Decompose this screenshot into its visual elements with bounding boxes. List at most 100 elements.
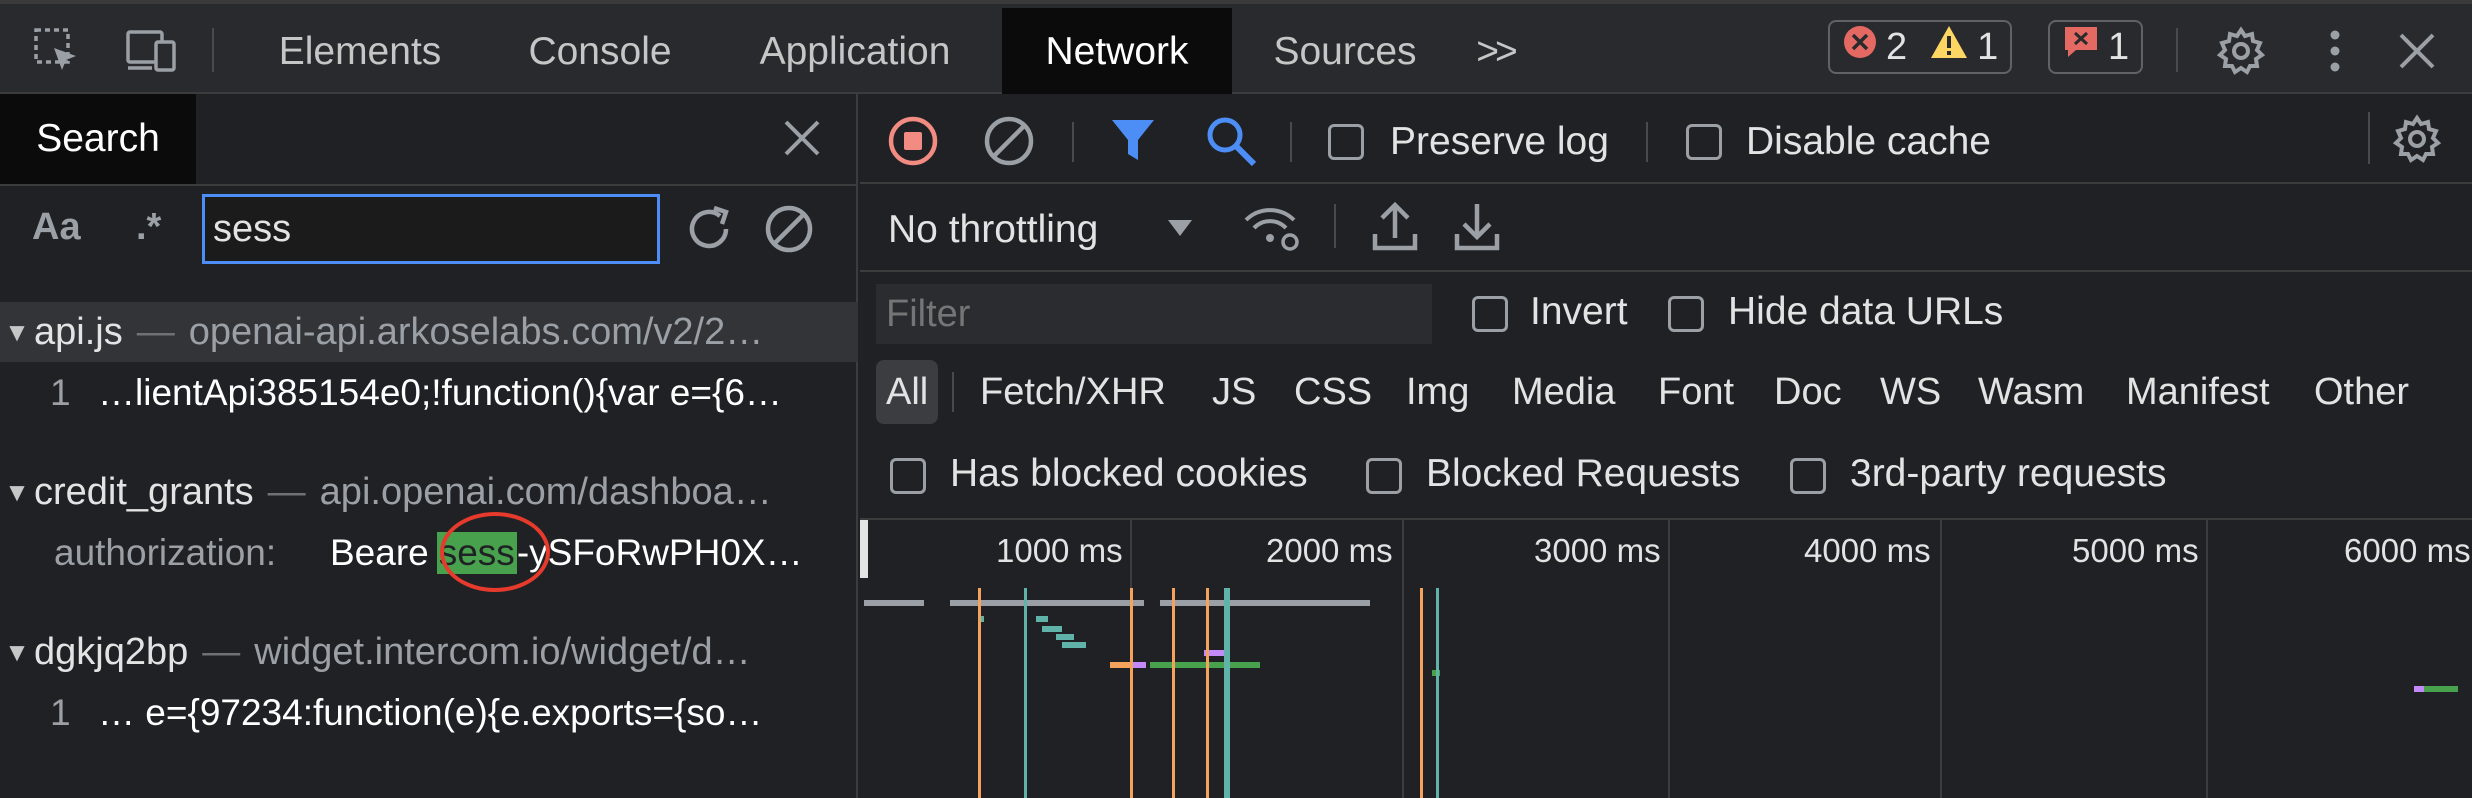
result-match-line[interactable]: 1 …lientApi385154e0;!function(){var e={6… [0,364,858,422]
timeline-tick-label: 3000 ms [1534,532,1661,569]
filter-type-wasm[interactable]: Wasm [1978,360,2084,424]
import-har-icon[interactable] [1372,200,1418,257]
timeline-handle[interactable] [860,520,868,578]
load-event-marker [1224,588,1230,798]
request-bar [1056,634,1074,640]
filter-type-ws[interactable]: WS [1880,360,1941,424]
load-event-marker [1436,588,1439,798]
result-match-line[interactable]: 1 … e={97234:function(e){e.exports={so… [0,684,858,742]
refresh-icon[interactable] [682,202,736,261]
filter-input[interactable] [876,284,1432,344]
clear-log-icon[interactable] [982,114,1036,173]
filter-type-js[interactable]: JS [1212,360,1256,424]
network-conditions-icon[interactable] [1242,200,1302,259]
tab-sources[interactable]: Sources [1250,8,1440,96]
filter-type-css[interactable]: CSS [1294,360,1372,424]
request-bar [2414,686,2424,692]
annotation-circle [440,512,550,592]
timeline-tick-label: 5000 ms [2072,532,2199,569]
match-case-toggle[interactable]: Aa [32,206,81,249]
settings-gear-icon[interactable] [2214,24,2268,78]
dom-content-loaded-marker [1130,588,1133,798]
third-party-label: 3rd-party requests [1850,452,2167,495]
result-url: api.openai.com/dashboa… [319,470,772,513]
dropdown-arrow-icon[interactable] [1166,218,1194,243]
third-party-checkbox[interactable] [1790,458,1826,494]
result-file-header[interactable]: ▼ credit_grants — api.openai.com/dashboa… [0,462,858,522]
disable-cache-label: Disable cache [1746,120,1991,163]
invert-label: Invert [1530,290,1628,333]
more-tabs-button[interactable]: >> [1460,8,1530,96]
load-event-marker [1024,588,1027,798]
issues-badge[interactable]: 1 [2048,20,2144,74]
search-tab[interactable]: Search [0,94,196,184]
search-magnifier-icon[interactable] [1204,114,1258,173]
match-snippet: …lientApi385154e0;!function(){var e={6… [98,372,782,413]
request-bar [1036,616,1048,622]
header-name: authorization: [54,532,277,573]
disable-cache-checkbox[interactable] [1686,124,1722,160]
request-bar [1062,642,1086,648]
filter-type-doc[interactable]: Doc [1774,360,1842,424]
invert-checkbox[interactable] [1472,296,1508,332]
tab-console[interactable]: Console [490,8,710,96]
filter-type-img[interactable]: Img [1406,360,1469,424]
toolbar-divider [212,28,214,72]
more-options-icon[interactable] [2308,24,2362,78]
request-bar [1042,626,1062,632]
close-search-icon[interactable] [780,116,824,165]
search-input[interactable] [202,194,660,264]
filter-type-all[interactable]: All [876,360,939,424]
tab-elements[interactable]: Elements [240,8,480,96]
timeline-tick-label: 4000 ms [1804,532,1931,569]
header-value-prefix: Beare [330,532,429,573]
result-match-line[interactable]: authorization: Beare sess -ySFoRwPH0X… [0,524,858,582]
hide-data-urls-label: Hide data URLs [1728,290,2004,333]
record-stop-icon[interactable] [886,114,940,173]
filter-funnel-icon[interactable] [1110,116,1156,171]
result-url: openai-api.arkoselabs.com/v2/2… [188,310,764,353]
hide-data-urls-checkbox[interactable] [1668,296,1704,332]
device-toolbar-icon[interactable] [124,24,178,78]
has-blocked-cookies-label: Has blocked cookies [950,452,1308,495]
clear-search-icon[interactable] [762,202,816,261]
match-snippet: … e={97234:function(e){e.exports={so… [98,692,763,733]
search-panel: Search Aa .* ▼ api.js — openai-api.arkos… [0,94,858,798]
has-blocked-cookies-checkbox[interactable] [890,458,926,494]
network-overview-timeline[interactable]: 1000 ms 2000 ms 3000 ms 4000 ms 5000 ms … [860,520,2472,798]
throttling-select[interactable]: No throttling [888,208,1098,252]
warnings-count: 1 [1977,25,1999,68]
preserve-log-checkbox[interactable] [1328,124,1364,160]
tab-network[interactable]: Network [1002,8,1232,96]
issue-flag-icon [2062,24,2100,70]
expand-triangle-icon[interactable]: ▼ [0,637,34,668]
regex-toggle[interactable]: .* [136,206,161,249]
result-filename: dgkjq2bp [34,630,189,673]
filter-type-fetch-xhr[interactable]: Fetch/XHR [980,360,1166,424]
issues-count: 1 [2108,25,2130,68]
result-file-header[interactable]: ▼ api.js — openai-api.arkoselabs.com/v2/… [0,302,858,362]
dom-content-loaded-marker [978,588,981,798]
issues-counter-badge[interactable]: 2 1 [1828,20,2013,74]
export-har-icon[interactable] [1454,200,1500,257]
close-devtools-icon[interactable] [2390,24,2444,78]
filter-type-font[interactable]: Font [1658,360,1734,424]
line-number: 1 [50,372,71,413]
expand-triangle-icon[interactable]: ▼ [0,317,34,348]
blocked-requests-checkbox[interactable] [1366,458,1402,494]
blocked-requests-label: Blocked Requests [1426,452,1741,495]
result-url: widget.intercom.io/widget/d… [254,630,751,673]
inspect-element-icon[interactable] [30,24,84,78]
timeline-tick-label: 6000 ms [2344,532,2471,569]
request-bar [864,600,924,606]
result-filename: credit_grants [34,470,254,513]
filter-type-media[interactable]: Media [1512,360,1616,424]
result-file-header[interactable]: ▼ dgkjq2bp — widget.intercom.io/widget/d… [0,622,858,682]
filter-type-manifest[interactable]: Manifest [2126,360,2270,424]
expand-triangle-icon[interactable]: ▼ [0,477,34,508]
tab-application[interactable]: Application [730,8,980,96]
timeline-tick-label: 1000 ms [996,532,1123,569]
filter-type-other[interactable]: Other [2314,360,2409,424]
error-icon [1842,24,1878,70]
network-settings-gear-icon[interactable] [2392,114,2442,169]
